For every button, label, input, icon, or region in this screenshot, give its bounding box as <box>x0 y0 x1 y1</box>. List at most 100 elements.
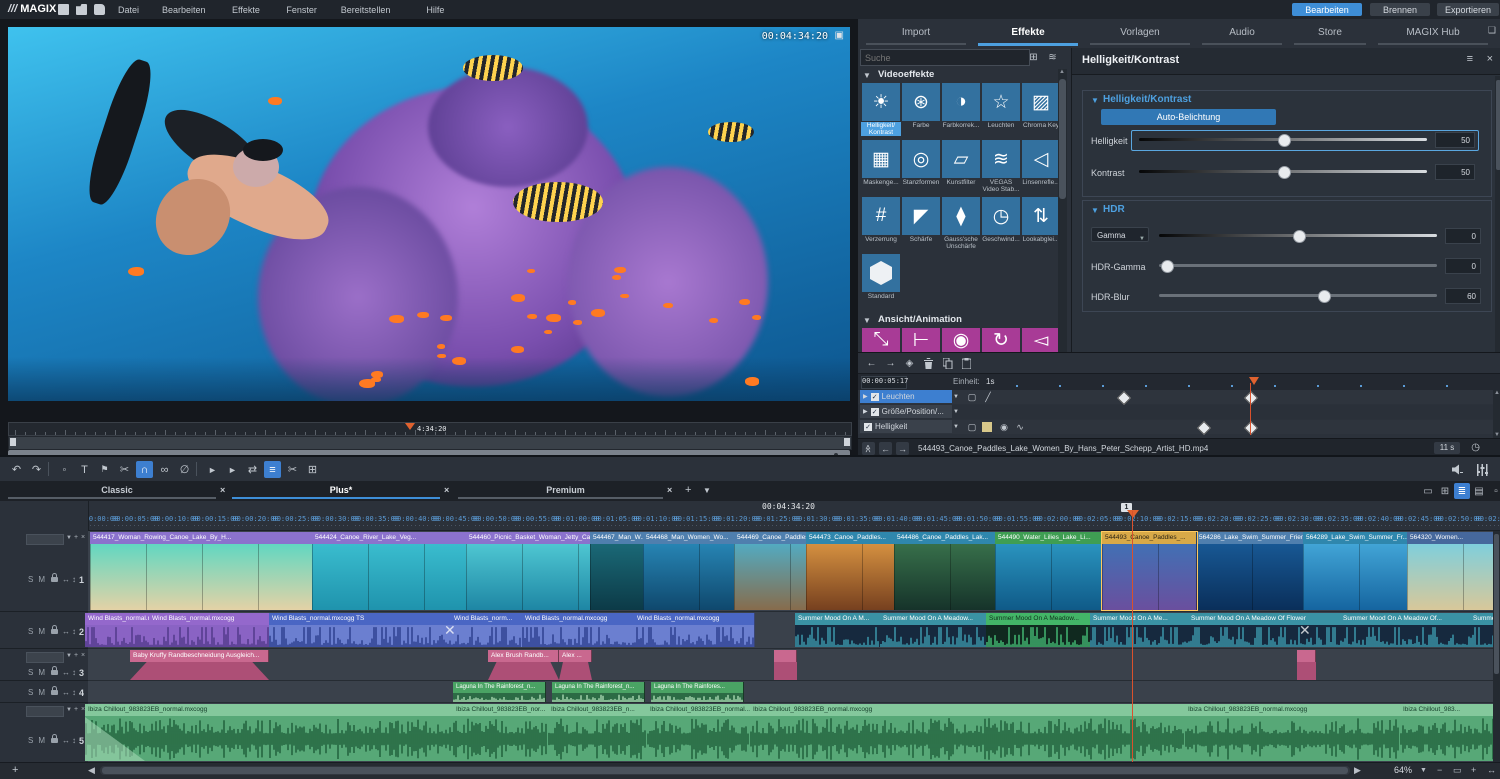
next-object-icon[interactable]: → <box>896 442 909 455</box>
row-curve-icon[interactable]: ∿ <box>1014 421 1026 433</box>
effect-tile-brightness-contrast[interactable]: ☀ <box>862 83 900 121</box>
search-input[interactable] <box>860 49 1030 66</box>
collapse-panel-icon[interactable]: ≫ <box>862 442 875 455</box>
lock-icon[interactable] <box>51 670 58 675</box>
video-clip[interactable]: 544486_Canoe_Paddles_Lak... <box>894 532 996 610</box>
resize-h-icon[interactable]: ↔ <box>62 736 70 745</box>
resize-v-icon[interactable]: ↕ <box>72 668 76 677</box>
track-close-icon[interactable]: × <box>81 534 85 541</box>
row-eye-icon[interactable]: ◉ <box>998 421 1010 433</box>
track-add-icon[interactable]: + <box>74 534 78 541</box>
row-checkbox[interactable]: ✓ <box>864 423 872 431</box>
effect-tile-standard[interactable] <box>862 254 900 292</box>
undo-icon[interactable]: ↶ <box>8 461 25 478</box>
animation-tile-perspective[interactable]: ◅ <box>1022 328 1060 352</box>
video-clip[interactable]: 544467_Man_W... <box>590 532 644 610</box>
row-swatch-icon[interactable] <box>982 422 992 432</box>
effect-tile-chroma-key[interactable]: ▨ <box>1022 83 1060 121</box>
audio-clip[interactable]: Wind Blasts_normal.mxcogg <box>85 613 150 647</box>
slider-value[interactable]: 0 <box>1445 258 1481 274</box>
tab-magix-hub[interactable]: MAGIX Hub <box>1378 27 1488 38</box>
clock-icon[interactable]: ◷ <box>1471 442 1480 453</box>
editor-scroll-thumb[interactable] <box>1496 80 1500 170</box>
effect-tile-look-matching[interactable]: ⇅ <box>1022 197 1060 235</box>
mode-button-brennen[interactable]: Brennen <box>1370 3 1430 16</box>
video-clip[interactable]: 564286_Lake_Swim_Summer_Friends_B <box>1196 532 1304 610</box>
audio-clip[interactable]: Wind Blasts_normal.mxcogg <box>634 613 755 647</box>
detach-monitor-icon[interactable]: ▣ <box>835 30 844 41</box>
hdr-slider-1[interactable] <box>1159 264 1437 267</box>
curve-cut-icon[interactable]: ✂ <box>284 461 301 478</box>
scroll-up-icon[interactable]: ▲ <box>1059 69 1065 75</box>
title-clip[interactable]: Alex Brush Randb... <box>488 650 559 662</box>
music-clip[interactable]: Ibiza Chillout_983823EB_n... <box>548 704 648 761</box>
add-keyframe-icon[interactable]: ◈ <box>902 356 917 370</box>
copy-keyframe-icon[interactable] <box>940 356 955 370</box>
add-track-icon[interactable]: + <box>12 764 18 776</box>
slider-knob[interactable] <box>1318 290 1331 303</box>
videoeffekte-collapse-icon[interactable]: ▼ <box>863 71 871 80</box>
zoom-preset-icon[interactable]: ▼ <box>1420 767 1427 774</box>
paste-keyframe-icon[interactable] <box>959 356 974 370</box>
effect-tile-color-correction[interactable]: ◑ <box>942 83 980 121</box>
solo-button[interactable]: S <box>28 688 34 697</box>
ambience-clip[interactable]: Laguna In The Rainforest_n... <box>552 682 645 702</box>
auto-exposure-button[interactable]: Auto-Belichtung <box>1101 109 1276 125</box>
row-square-icon[interactable]: ▢ <box>966 391 978 403</box>
animation-tile-rotation-mirror[interactable]: ↻ <box>982 328 1020 352</box>
audio-clip[interactable]: Summer Mood On A Me... <box>1090 613 1189 647</box>
editor-close-icon[interactable]: × <box>1487 53 1493 65</box>
slider-knob[interactable] <box>1293 230 1306 243</box>
video-clip[interactable]: 544417_Woman_Rowing_Canoe_Lake_By_H... <box>90 532 313 610</box>
tab-vorlagen[interactable]: Vorlagen <box>1090 27 1190 38</box>
effect-tile-gaussian-blur[interactable]: ⧫ <box>942 197 980 235</box>
mouse-mode-single-icon[interactable]: ► <box>204 461 221 478</box>
keyframe-diamond[interactable] <box>1197 421 1211 435</box>
arranger-tab-classic[interactable]: Classic <box>8 485 226 495</box>
title-clip[interactable]: Alex ... <box>559 650 592 662</box>
audio-clip[interactable]: Summer Mood On A Meadow Of Flower <box>1188 613 1341 647</box>
solo-button[interactable]: S <box>28 668 34 677</box>
animation-tile-section-crop[interactable]: ⊢ <box>902 328 940 352</box>
mute-button[interactable]: M <box>38 575 46 584</box>
storyboard-view-icon[interactable]: ▤ <box>1471 483 1487 499</box>
lock-icon[interactable] <box>51 577 58 582</box>
video-clip[interactable]: 564320_Women... <box>1407 532 1500 610</box>
slider-value[interactable]: 50 <box>1435 132 1475 148</box>
zoom-mode-icon[interactable]: ⊞ <box>304 461 321 478</box>
open-project-icon[interactable] <box>76 4 87 15</box>
scroll-left-icon[interactable]: ◀ <box>88 765 95 776</box>
title-clip-body[interactable] <box>559 662 592 680</box>
hdr-collapse-icon[interactable]: ▼ <box>1091 206 1099 215</box>
keyframe-diamond[interactable] <box>1244 421 1258 435</box>
range-end-handle[interactable] <box>844 438 850 446</box>
tab-store[interactable]: Store <box>1294 27 1366 38</box>
resize-h-icon[interactable]: ↔ <box>62 627 70 636</box>
mouse-mode-menu-icon[interactable]: ► <box>224 461 241 478</box>
mixer-icon[interactable] <box>1474 462 1490 477</box>
title-clip-body[interactable] <box>130 662 269 680</box>
solo-button[interactable]: S <box>28 736 34 745</box>
redo-icon[interactable]: ↷ <box>28 461 45 478</box>
title-clip-body[interactable] <box>488 662 559 680</box>
text-tool-icon[interactable]: T <box>76 461 93 478</box>
track-add-icon[interactable]: + <box>74 652 78 659</box>
mode-button-exportieren[interactable]: Exportieren <box>1437 3 1499 16</box>
audio-clip[interactable]: Summer Mood On A M... <box>795 613 881 647</box>
keyframe-row-header[interactable]: ✓Helligkeit <box>860 420 952 433</box>
audio-clip[interactable]: Wind Blasts_normal.mxcogg <box>149 613 270 647</box>
resize-h-icon[interactable]: ↔ <box>62 688 70 697</box>
mute-button[interactable]: M <box>38 736 46 745</box>
scroll-thumb[interactable] <box>1059 79 1066 199</box>
music-clip[interactable]: Ibiza Chillout_983823EB_normal.mxcogg <box>750 704 1186 761</box>
lock-icon[interactable] <box>51 629 58 634</box>
music-clip[interactable]: Ibiza Chillout_983823EB_normal.mxcogg <box>1185 704 1401 761</box>
slider-value[interactable]: 50 <box>1435 164 1475 180</box>
zoom-fit-icon[interactable]: ▭ <box>1453 765 1462 776</box>
effect-tile-speed[interactable]: ◷ <box>982 197 1020 235</box>
video-monitor[interactable]: 00:04:34:20 ▣ <box>8 27 850 401</box>
hdr-slider-2[interactable] <box>1159 294 1437 297</box>
grid-view-icon[interactable]: ⊞ <box>1026 50 1041 64</box>
row-checkbox[interactable]: ✓ <box>871 393 879 401</box>
ambience-clip[interactable]: Laguna In The Rainfores... <box>651 682 744 702</box>
